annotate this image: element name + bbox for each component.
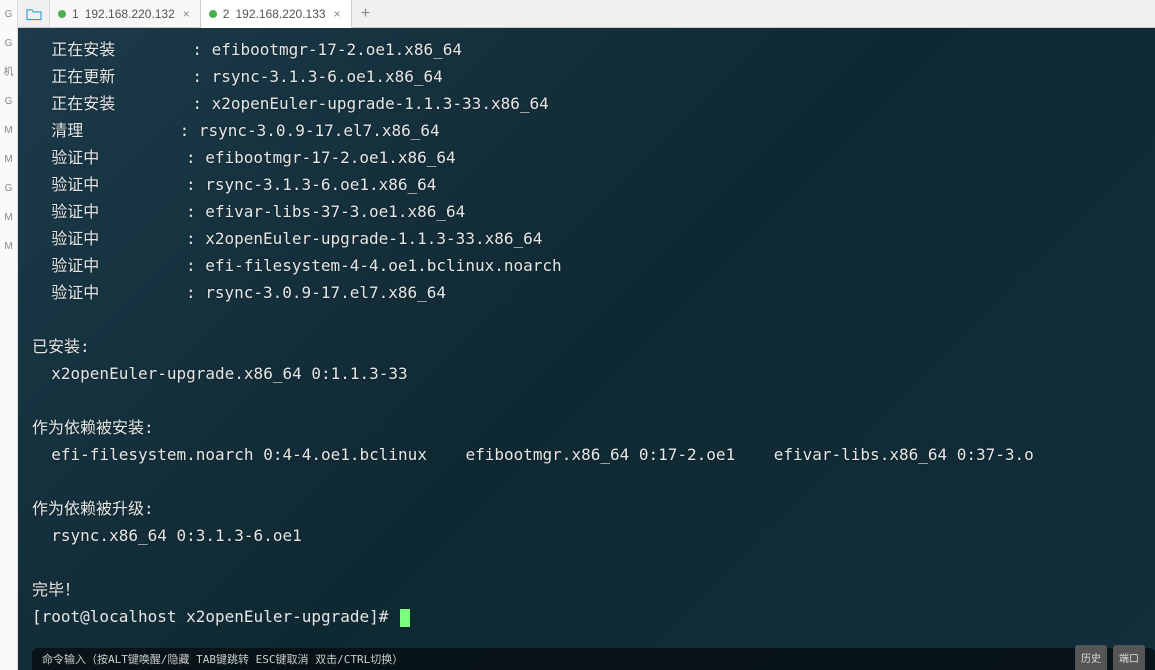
summary-sections: 已安装: x2openEuler-upgrade.x86_64 0:1.1.3-… — [32, 333, 1141, 576]
blank-line — [32, 306, 1141, 333]
transaction-output: 正在安装 : efibootmgr-17-2.oe1.x86_64 正在更新 :… — [32, 36, 1141, 306]
input-hint: 命令输入（按ALT键唤醒/隐藏 TAB键跳转 ESC键取消 双击/CTRL切换） — [42, 646, 403, 670]
transaction-line: 正在安装 : efibootmgr-17-2.oe1.x86_64 — [32, 36, 1141, 63]
section-line: efi-filesystem.noarch 0:4-4.oe1.bclinux … — [32, 441, 1141, 468]
transaction-line: 正在更新 : rsync-3.1.3-6.oe1.x86_64 — [32, 63, 1141, 90]
close-icon[interactable]: × — [332, 7, 343, 21]
terminal[interactable]: 正在安装 : efibootmgr-17-2.oe1.x86_64 正在更新 :… — [18, 28, 1155, 670]
gutter-char: 机 — [0, 58, 17, 87]
prompt-text: [root@localhost x2openEuler-upgrade]# — [32, 607, 398, 626]
transaction-line: 正在安装 : x2openEuler-upgrade-1.1.3-33.x86_… — [32, 90, 1141, 117]
transaction-line: 验证中 : rsync-3.0.9-17.el7.x86_64 — [32, 279, 1141, 306]
section-line: rsync.x86_64 0:3.1.3-6.oe1 — [32, 522, 1141, 549]
transaction-line: 验证中 : efivar-libs-37-3.oe1.x86_64 — [32, 198, 1141, 225]
tab-title: 192.168.220.133 — [235, 7, 325, 21]
blank-line — [32, 468, 1141, 495]
gutter-char: M — [0, 203, 17, 232]
section-header: 作为依赖被升级: — [32, 495, 1141, 522]
complete-line: 完毕！ — [32, 576, 1141, 603]
prompt-line: [root@localhost x2openEuler-upgrade]# — [32, 603, 1141, 630]
main-area: 1 192.168.220.132 × 2 192.168.220.133 × + 正在安… — [18, 0, 1155, 670]
status-buttons: 历史端口 — [1075, 645, 1145, 670]
transaction-line: 验证中 : x2openEuler-upgrade-1.1.3-33.x86_6… — [32, 225, 1141, 252]
section-header: 已安装: — [32, 333, 1141, 360]
left-gutter: GG机GMMGMM — [0, 0, 18, 670]
connection-dot-icon — [209, 10, 217, 18]
section-header: 作为依赖被安装: — [32, 414, 1141, 441]
folder-button[interactable] — [18, 0, 50, 27]
tab-index: 1 — [72, 7, 79, 21]
tabs-container: 1 192.168.220.132 × 2 192.168.220.133 × — [50, 0, 352, 27]
transaction-line: 验证中 : rsync-3.1.3-6.oe1.x86_64 — [32, 171, 1141, 198]
folder-icon — [25, 7, 43, 21]
status-bar: 命令输入（按ALT键唤醒/隐藏 TAB键跳转 ESC键取消 双击/CTRL切换）… — [32, 648, 1155, 670]
connection-dot-icon — [58, 10, 66, 18]
gutter-char: G — [0, 29, 17, 58]
add-tab-button[interactable]: + — [352, 0, 380, 27]
gutter-char: M — [0, 145, 17, 174]
transaction-line: 清理 : rsync-3.0.9-17.el7.x86_64 — [32, 117, 1141, 144]
section-line: x2openEuler-upgrade.x86_64 0:1.1.3-33 — [32, 360, 1141, 387]
status-button[interactable]: 历史 — [1075, 645, 1107, 670]
gutter-char: G — [0, 87, 17, 116]
blank-line — [32, 549, 1141, 576]
close-icon[interactable]: × — [181, 7, 192, 21]
session-tab-2[interactable]: 2 192.168.220.133 × — [201, 0, 352, 28]
gutter-char: G — [0, 174, 17, 203]
gutter-char: M — [0, 116, 17, 145]
session-tab-1[interactable]: 1 192.168.220.132 × — [50, 0, 201, 27]
transaction-line: 验证中 : efi-filesystem-4-4.oe1.bclinux.noa… — [32, 252, 1141, 279]
tab-title: 192.168.220.132 — [85, 7, 175, 21]
cursor — [400, 609, 410, 627]
tab-bar: 1 192.168.220.132 × 2 192.168.220.133 × + — [18, 0, 1155, 28]
gutter-char: M — [0, 232, 17, 261]
transaction-line: 验证中 : efibootmgr-17-2.oe1.x86_64 — [32, 144, 1141, 171]
blank-line — [32, 387, 1141, 414]
status-button[interactable]: 端口 — [1113, 645, 1145, 670]
tab-index: 2 — [223, 7, 230, 21]
gutter-char: G — [0, 0, 17, 29]
